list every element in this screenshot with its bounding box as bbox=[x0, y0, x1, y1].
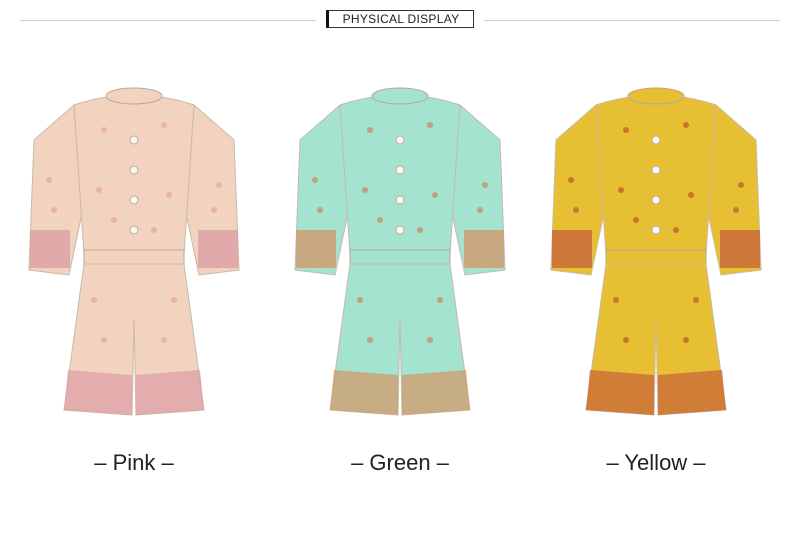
romper-garment-icon bbox=[294, 87, 506, 416]
floral-dot bbox=[171, 297, 177, 303]
floral-dot bbox=[216, 182, 222, 188]
button-3 bbox=[129, 195, 139, 205]
button-4 bbox=[395, 225, 405, 235]
waistband bbox=[349, 249, 451, 265]
product-label-pink: – Pink – bbox=[94, 450, 174, 475]
right-hem-band bbox=[402, 370, 470, 415]
product-card-yellow[interactable]: – Yellow – bbox=[526, 70, 786, 490]
button-4 bbox=[129, 225, 139, 235]
floral-dot bbox=[51, 207, 57, 213]
product-card-green[interactable]: – Green – bbox=[270, 70, 530, 490]
floral-dot bbox=[46, 177, 52, 183]
floral-dot bbox=[312, 177, 318, 183]
floral-dot bbox=[367, 337, 373, 343]
button-2 bbox=[395, 165, 405, 175]
product-label-yellow: – Yellow – bbox=[606, 450, 706, 475]
right-sleeve-band bbox=[720, 230, 760, 268]
product-card-pink[interactable]: – Pink – bbox=[4, 70, 264, 490]
collar bbox=[627, 87, 685, 105]
floral-dot bbox=[477, 207, 483, 213]
floral-dot bbox=[683, 337, 689, 343]
floral-dot bbox=[623, 337, 629, 343]
floral-dot bbox=[151, 227, 157, 233]
left-hem-band bbox=[330, 370, 398, 415]
left-hem-band bbox=[586, 370, 654, 415]
button-2 bbox=[129, 165, 139, 175]
floral-dot bbox=[211, 207, 217, 213]
button-3 bbox=[395, 195, 405, 205]
floral-dot bbox=[688, 192, 694, 198]
floral-dot bbox=[161, 122, 167, 128]
right-sleeve-band bbox=[198, 230, 238, 268]
section-header: PHYSICAL DISPLAY bbox=[0, 8, 800, 32]
collar bbox=[105, 87, 163, 105]
left-sleeve-band bbox=[296, 230, 336, 268]
button-4 bbox=[651, 225, 661, 235]
right-sleeve-band bbox=[464, 230, 504, 268]
floral-dot bbox=[482, 182, 488, 188]
floral-dot bbox=[733, 207, 739, 213]
section-title: PHYSICAL DISPLAY bbox=[326, 10, 474, 28]
button-1 bbox=[651, 135, 661, 145]
floral-dot bbox=[693, 297, 699, 303]
floral-dot bbox=[623, 127, 629, 133]
floral-dot bbox=[427, 337, 433, 343]
floral-dot bbox=[357, 297, 363, 303]
floral-dot bbox=[111, 217, 117, 223]
romper-garment-icon bbox=[550, 87, 762, 416]
waistband bbox=[605, 249, 707, 265]
waistband bbox=[83, 249, 185, 265]
left-sleeve-band bbox=[552, 230, 592, 268]
floral-dot bbox=[427, 122, 433, 128]
floral-dot bbox=[101, 337, 107, 343]
right-hem-band bbox=[136, 370, 204, 415]
floral-dot bbox=[633, 217, 639, 223]
floral-dot bbox=[683, 122, 689, 128]
floral-dot bbox=[367, 127, 373, 133]
header-divider-right bbox=[484, 20, 780, 21]
product-label-green: – Green – bbox=[351, 450, 449, 475]
floral-dot bbox=[91, 297, 97, 303]
floral-dot bbox=[437, 297, 443, 303]
floral-dot bbox=[166, 192, 172, 198]
floral-dot bbox=[568, 177, 574, 183]
floral-dot bbox=[377, 217, 383, 223]
floral-dot bbox=[432, 192, 438, 198]
button-1 bbox=[395, 135, 405, 145]
floral-dot bbox=[101, 127, 107, 133]
right-hem-band bbox=[658, 370, 726, 415]
left-sleeve-band bbox=[30, 230, 70, 268]
left-hem-band bbox=[64, 370, 132, 415]
floral-dot bbox=[317, 207, 323, 213]
floral-dot bbox=[417, 227, 423, 233]
floral-dot bbox=[161, 337, 167, 343]
floral-dot bbox=[362, 187, 368, 193]
floral-dot bbox=[738, 182, 744, 188]
button-2 bbox=[651, 165, 661, 175]
floral-dot bbox=[613, 297, 619, 303]
romper-garment-icon bbox=[28, 87, 240, 416]
button-1 bbox=[129, 135, 139, 145]
floral-dot bbox=[618, 187, 624, 193]
floral-dot bbox=[673, 227, 679, 233]
collar bbox=[371, 87, 429, 105]
button-3 bbox=[651, 195, 661, 205]
floral-dot bbox=[573, 207, 579, 213]
header-divider-left bbox=[20, 20, 316, 21]
floral-dot bbox=[96, 187, 102, 193]
